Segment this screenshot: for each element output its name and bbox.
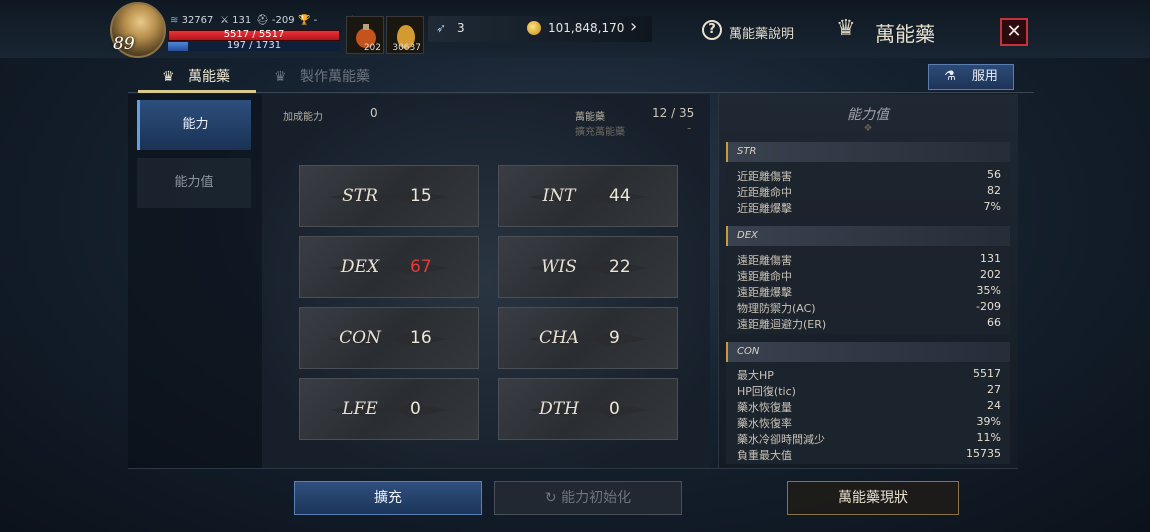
egg-slot[interactable]: 30637 <box>386 16 424 54</box>
stat-value: 22 <box>609 257 631 277</box>
stat-value: 15 <box>410 186 432 206</box>
help-button[interactable]: 萬能藥說明 <box>729 23 794 42</box>
stat-name: CON <box>339 328 381 348</box>
page-title: 萬能藥 <box>875 22 935 46</box>
expand-value: - <box>687 121 692 135</box>
potion-slot[interactable]: 202 <box>346 16 384 54</box>
stat-value: 44 <box>609 186 631 206</box>
stat-value: 0 <box>609 399 620 419</box>
elixir-title-icon: ♛ <box>836 16 856 41</box>
stat-box-con[interactable]: CON 16 <box>299 307 479 369</box>
stat-name: DTH <box>539 399 579 419</box>
helmet-icon: ⛑ <box>256 15 269 26</box>
stat-value: 16 <box>410 328 432 348</box>
bonus-value: 0 <box>370 106 378 120</box>
left-nav <box>128 94 262 468</box>
stat-box-wis[interactable]: WIS 22 <box>498 236 678 298</box>
bottom-divider <box>128 468 1018 469</box>
mp-text: 197 / 1731 <box>226 40 282 51</box>
close-button[interactable]: ✕ <box>1000 18 1028 46</box>
stat-a-icon: ≋ <box>170 15 179 26</box>
gold-coin-icon <box>527 21 541 35</box>
reset-ability-button[interactable]: ↻ 能力初始化 <box>494 481 682 515</box>
tab-active-underline <box>138 90 256 93</box>
feather-count: 3 <box>457 21 465 35</box>
stat-c: ⛑ -209 <box>256 15 295 26</box>
tab-elixir[interactable]: ♛ 萬能藥 <box>162 66 230 86</box>
stat-value: 9 <box>609 328 620 348</box>
trophy-icon: 🏆 <box>298 15 311 26</box>
stat-name: DEX <box>340 257 380 277</box>
stat-b: ⚔ 131 <box>220 15 252 26</box>
chevron-right-icon[interactable]: › <box>630 16 637 37</box>
gold-amount: 101,848,170 <box>548 21 625 35</box>
group-dex: DEX 遠距離傷害 131 遠距離命中 202 遠距離爆擊 35% 物理防禦力(AC)… <box>726 226 1010 334</box>
tab-craft-elixir[interactable]: ♛ 製作萬能藥 <box>274 66 370 86</box>
help-icon[interactable]: ? <box>702 20 722 40</box>
stat-name: WIS <box>541 257 577 277</box>
ornament-icon: ❖ <box>863 123 873 134</box>
group-header: STR <box>726 142 1010 162</box>
nav-ability-value[interactable]: 能力值 <box>137 158 251 208</box>
elixir-value: 12 / 35 <box>652 106 695 120</box>
expand-button[interactable]: 擴充 <box>294 481 482 515</box>
stat-box-str[interactable]: STR 15 <box>299 165 479 227</box>
stat-box-int[interactable]: INT 44 <box>498 165 678 227</box>
bonus-label: 加成能力 <box>283 112 323 123</box>
stat-box-lfe[interactable]: LFE 0 <box>299 378 479 440</box>
stat-name: CHA <box>538 328 580 348</box>
craft-tab-icon: ♛ <box>274 69 287 85</box>
stat-value: 67 <box>410 257 432 277</box>
stat-a: ≋ 32767 <box>170 15 214 26</box>
stat-value: 0 <box>410 399 421 419</box>
group-header: CON <box>726 342 1010 362</box>
stat-box-dth[interactable]: DTH 0 <box>498 378 678 440</box>
tabs-divider <box>128 92 1034 93</box>
group-con: CON 最大HP 5517 HP回復(tic) 27 藥水恢復量 24 藥水恢復率 39… <box>726 342 1010 464</box>
elixir-tab-icon: ♛ <box>162 69 175 85</box>
stat-d: 🏆 - <box>298 15 318 26</box>
stat-name: STR <box>342 186 378 206</box>
group-str: STR 近距離傷害 56 近距離命中 82 近距離爆擊 7% <box>726 142 1010 218</box>
flask-icon: ⚗ <box>944 69 956 84</box>
stat-box-cha[interactable]: CHA 9 <box>498 307 678 369</box>
refresh-icon: ↻ <box>544 490 557 506</box>
stat-box-dex[interactable]: DEX 67 <box>299 236 479 298</box>
elixir-status-button[interactable]: 萬能藥現狀 <box>787 481 959 515</box>
nav-ability[interactable]: 能力 <box>137 100 251 150</box>
stat-name: LFE <box>342 399 378 419</box>
group-header: DEX <box>726 226 1010 246</box>
ability-values-title: 能力值 <box>847 107 889 123</box>
character-level: 89 <box>113 34 135 54</box>
stat-name: INT <box>542 186 576 206</box>
hp-text: 5517 / 5517 <box>223 29 285 40</box>
feather-icon: ➶ <box>436 21 447 35</box>
use-button[interactable]: ⚗ 服用 <box>928 64 1014 90</box>
expand-label: 擴充萬能藥 <box>575 127 625 138</box>
sword-icon: ⚔ <box>220 15 229 26</box>
elixir-label: 萬能藥 <box>575 112 605 123</box>
